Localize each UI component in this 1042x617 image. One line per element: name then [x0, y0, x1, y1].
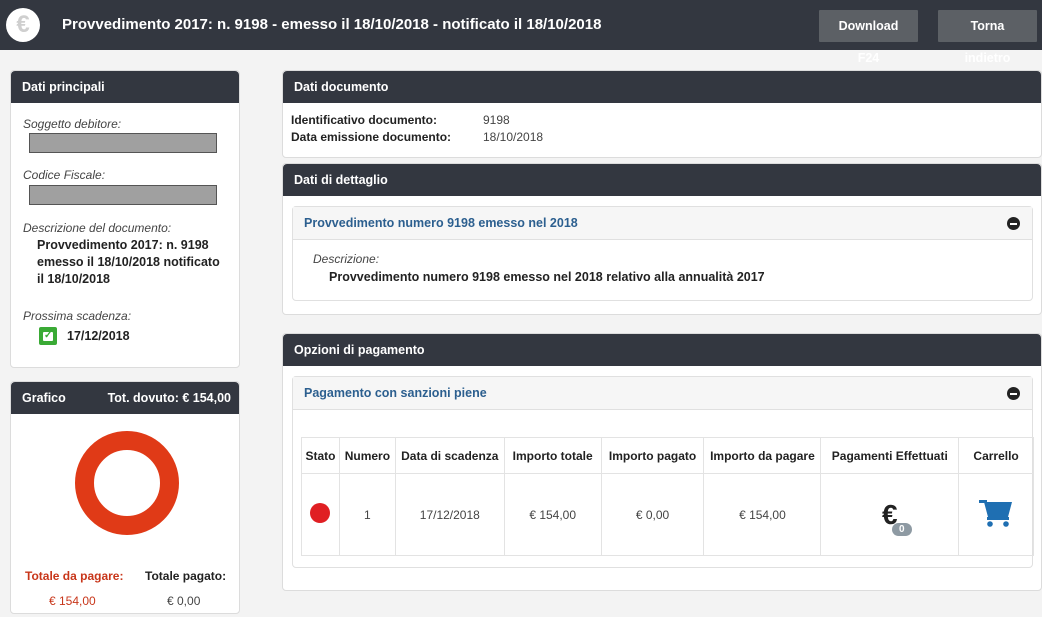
status-cell	[301, 473, 340, 556]
payment-panel-header[interactable]: Pagamento con sanzioni piene	[293, 377, 1032, 410]
payment-card: Opzioni di pagamento Pagamento con sanzi…	[282, 333, 1042, 591]
detail-panel: Provvedimento numero 9198 emesso nel 201…	[292, 206, 1033, 301]
chart-title: Grafico	[22, 391, 66, 405]
next-due-date: 17/12/2018	[67, 328, 130, 343]
fiscal-code-redacted	[29, 185, 217, 205]
detail-desc-value: Provvedimento numero 9198 emesso nel 201…	[329, 270, 765, 284]
document-id-value: 9198	[483, 113, 510, 127]
description-value: Provvedimento 2017: n. 9198 emesso il 18…	[37, 237, 220, 288]
main-data-title: Dati principali	[11, 71, 239, 103]
table-row: 1 17/12/2018 € 154,00 € 0,00 € 154,00 € …	[301, 473, 1034, 556]
payment-table: Stato Numero Data di scadenza Importo to…	[301, 437, 1034, 556]
description-line: Provvedimento 2017: n. 9198	[37, 238, 209, 252]
col-header: Pagamenti Effettuati	[820, 437, 960, 474]
paid-label: Totale pagato:	[145, 569, 227, 583]
chart-header: Grafico Tot. dovuto: € 154,00	[11, 382, 239, 414]
col-header: Stato	[301, 437, 340, 474]
document-card: Dati documento Identificativo documento:…	[282, 70, 1042, 158]
top-bar: € Provvedimento 2017: n. 9198 - emesso i…	[0, 0, 1042, 65]
cart-icon[interactable]	[978, 498, 1014, 528]
col-header: Carrello	[958, 437, 1034, 474]
document-title: Dati documento	[283, 71, 1041, 103]
to-pay-label: Totale da pagare:	[25, 569, 124, 583]
description-line: emesso il 18/10/2018 notificato	[37, 255, 220, 269]
description-line: il 18/10/2018	[37, 272, 110, 286]
payment-panel-title: Pagamento con sanzioni piene	[304, 386, 487, 400]
main-data-card: Dati principali Soggetto debitore: Codic…	[10, 70, 240, 368]
status-red-dot-icon	[310, 503, 331, 523]
donut-chart	[75, 431, 179, 535]
col-header: Importo da pagare	[703, 437, 822, 474]
detail-desc-label: Descrizione:	[313, 252, 380, 266]
collapse-icon[interactable]	[1007, 387, 1020, 400]
chart-card: Grafico Tot. dovuto: € 154,00 Totale da …	[10, 381, 240, 614]
paid-value: € 0,00	[167, 594, 201, 608]
to-pay-value: € 154,00	[49, 594, 96, 608]
to-pay-cell: € 154,00	[703, 473, 822, 556]
payments-made-cell: € 0	[820, 473, 960, 556]
calendar-check-icon	[39, 327, 57, 345]
detail-panel-title: Provvedimento numero 9198 emesso nel 201…	[304, 216, 578, 230]
col-header: Data di scadenza	[394, 437, 505, 474]
payment-title: Opzioni di pagamento	[283, 334, 1041, 366]
total-due: Tot. dovuto: € 154,00	[107, 391, 231, 405]
debtor-redacted	[29, 133, 217, 153]
next-due-label: Prossima scadenza:	[23, 309, 132, 323]
euro-logo-icon: €	[6, 8, 40, 42]
description-label: Descrizione del documento:	[23, 221, 172, 235]
col-header: Importo pagato	[600, 437, 705, 474]
document-date-value: 18/10/2018	[483, 130, 544, 144]
payments-count-badge: 0	[891, 522, 912, 536]
detail-panel-header[interactable]: Provvedimento numero 9198 emesso nel 201…	[293, 207, 1032, 240]
debtor-label: Soggetto debitore:	[23, 117, 122, 131]
col-header: Numero	[338, 437, 396, 474]
due-date-cell: 17/12/2018	[394, 473, 505, 556]
number-cell: 1	[338, 473, 396, 556]
detail-title: Dati di dettaglio	[283, 164, 1041, 196]
download-f24-button[interactable]: Download F24	[819, 10, 918, 65]
total-cell: € 154,00	[503, 473, 602, 556]
back-button[interactable]: Torna indietro	[938, 10, 1037, 65]
fiscal-code-label: Codice Fiscale:	[23, 168, 106, 182]
detail-card: Dati di dettaglio Provvedimento numero 9…	[282, 163, 1042, 315]
collapse-icon[interactable]	[1007, 217, 1020, 230]
page-title: Provvedimento 2017: n. 9198 - emesso il …	[62, 16, 602, 33]
col-header: Importo totale	[503, 437, 602, 474]
cart-cell	[958, 473, 1034, 556]
next-due-row: 17/12/2018	[39, 327, 130, 345]
document-id-label: Identificativo documento:	[291, 113, 438, 127]
paid-cell: € 0,00	[600, 473, 705, 556]
document-date-label: Data emissione documento:	[291, 130, 452, 144]
table-header-row: Stato Numero Data di scadenza Importo to…	[301, 437, 1034, 474]
payments-euro-icon[interactable]: € 0	[882, 499, 912, 536]
